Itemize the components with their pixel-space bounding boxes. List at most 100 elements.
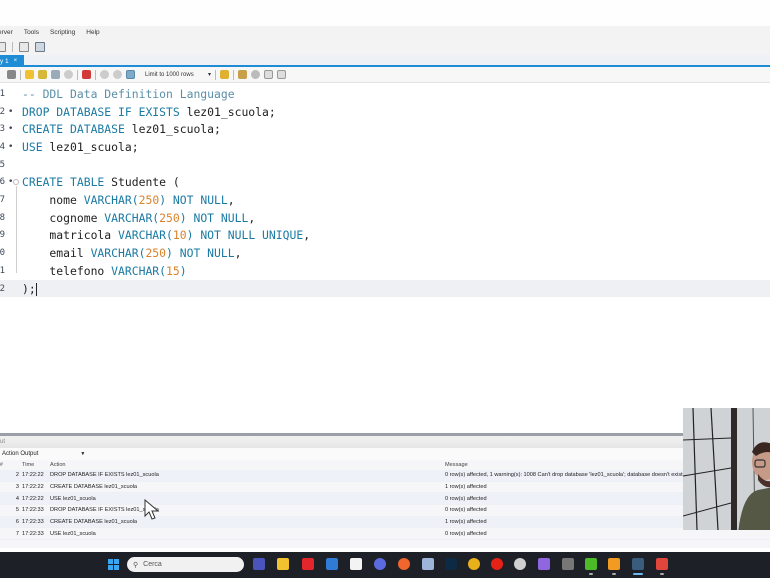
stop-icon[interactable]: [64, 70, 73, 79]
tray-app-icon[interactable]: [562, 558, 574, 570]
trello-icon[interactable]: [326, 558, 338, 570]
statement-marker-icon: •: [8, 141, 14, 152]
row-time: 17:22:22: [22, 495, 44, 502]
table-row[interactable]: 3 17:22:22 CREATE DATABASE lez01_scuola 1 r…: [0, 482, 770, 494]
orange-app-icon[interactable]: [608, 558, 620, 575]
table-row[interactable]: 7 17:22:33 USE lez01_scuola 0 row(s) affect…: [0, 528, 770, 541]
line-number: 1: [0, 88, 5, 99]
line-number: 7: [0, 195, 5, 206]
execute-current-icon[interactable]: [38, 70, 47, 79]
table-row[interactable]: 4 17:22:22 USE lez01_scuola 0 row(s) affect…: [0, 493, 770, 506]
virtualbox-icon[interactable]: [422, 558, 434, 570]
sql-editor[interactable]: 1 -- DDL Data Definition Language 2 • DROP D…: [0, 83, 770, 433]
sql-keyword: VARCHAR(: [83, 193, 139, 208]
row-action: USE lez01_scuola: [50, 495, 96, 502]
line-number: 8: [0, 212, 5, 223]
table-row[interactable]: 6 17:22:33 CREATE DATABASE lez01_scuola 1 r…: [0, 516, 770, 529]
tab-label: y 1: [0, 57, 9, 65]
editor-line[interactable]: 9 matricola VARCHAR(10) NOT NULL UNIQUE,: [0, 227, 770, 245]
row-time: 17:22:22: [22, 472, 44, 479]
red-diamond-app-icon[interactable]: [302, 558, 314, 570]
row-time: 17:22:33: [22, 530, 44, 537]
sql-identifier: lez01_scuola;: [179, 104, 276, 119]
taskbar-search[interactable]: ⚲ Cerca: [127, 557, 244, 572]
query-tab-bar: y 1 ×: [0, 55, 770, 67]
editor-line[interactable]: 7 nome VARCHAR(250) NOT NULL,: [0, 191, 770, 209]
execute-icon[interactable]: [25, 70, 34, 79]
photoshop-icon[interactable]: [445, 558, 457, 570]
sql-keyword: DROP DATABASE IF EXISTS: [22, 104, 180, 119]
add-snippet-icon[interactable]: [220, 70, 229, 79]
search-placeholder: Cerca: [143, 561, 162, 568]
sql-identifier: lez01_scuola;: [124, 122, 221, 137]
commit-icon[interactable]: [100, 70, 109, 79]
chevron-down-icon: ▾: [207, 72, 211, 78]
menu-tools[interactable]: Tools: [24, 29, 39, 36]
code-text: -- DDL Data Definition Language: [22, 87, 235, 101]
reconnect-icon[interactable]: [35, 41, 45, 52]
sql-keyword: ) NOT NULL: [159, 193, 228, 208]
obs-icon[interactable]: [514, 558, 526, 570]
menu-help[interactable]: Help: [86, 29, 99, 36]
toggle-continue-on-error-icon[interactable]: [82, 70, 91, 79]
sql-identifier: nome: [22, 193, 84, 208]
close-tab-icon[interactable]: ×: [14, 58, 18, 64]
inspect-icon[interactable]: [19, 41, 29, 52]
editor-line[interactable]: 3 • CREATE DATABASE lez01_scuola;: [0, 120, 770, 138]
chrome-icon[interactable]: [468, 558, 480, 570]
sql-identifier: );: [22, 281, 36, 296]
start-button[interactable]: [108, 559, 119, 570]
sql-keyword: VARCHAR(: [104, 210, 160, 225]
col-header-time[interactable]: Time: [22, 462, 50, 468]
editor-line[interactable]: 2);: [0, 279, 770, 298]
firefox-icon[interactable]: [398, 558, 410, 570]
invisible-chars-icon[interactable]: [264, 70, 273, 79]
chat-app-icon[interactable]: [374, 558, 386, 570]
gamepad-icon[interactable]: [538, 558, 550, 570]
fold-toggle-icon[interactable]: [13, 179, 19, 186]
sql-identifier: matricola: [22, 228, 119, 243]
explain-icon[interactable]: [51, 70, 60, 79]
toolbar-icon[interactable]: [0, 41, 6, 52]
typora-icon[interactable]: [350, 558, 362, 570]
editor-line[interactable]: 1 telefono VARCHAR(15): [0, 262, 770, 280]
table-row[interactable]: 5 17:22:33 DROP DATABASE IF EXISTS lez01_s…: [0, 505, 770, 517]
teams-icon[interactable]: [253, 558, 265, 570]
col-header-action[interactable]: Action: [50, 462, 445, 468]
toolbar-separator: [95, 69, 96, 80]
row-number: 4: [15, 495, 19, 502]
editor-line[interactable]: 0 email VARCHAR(250) NOT NULL,: [0, 244, 770, 262]
sql-identifier: Studente (: [104, 175, 180, 190]
save-icon[interactable]: [7, 70, 16, 79]
editor-line[interactable]: 2 • DROP DATABASE IF EXISTS lez01_scuola;: [0, 103, 770, 121]
editor-line[interactable]: 5: [0, 156, 770, 174]
menu-scripting[interactable]: Scripting: [50, 29, 75, 36]
file-explorer-icon[interactable]: [277, 558, 289, 570]
beautify-icon[interactable]: [238, 70, 247, 79]
output-type-select[interactable]: Action Output ▼: [0, 448, 770, 460]
camtasia-green-icon[interactable]: [585, 558, 597, 575]
editor-line[interactable]: 1 -- DDL Data Definition Language: [0, 85, 770, 103]
toolbar-separator: [77, 69, 78, 80]
camtasia-red-icon[interactable]: [656, 558, 668, 575]
editor-line[interactable]: 4 • USE lez01_scuola;: [0, 138, 770, 156]
code-text: cognome VARCHAR(250) NOT NULL,: [22, 211, 255, 225]
limit-rows-select[interactable]: Limit to 1000 rows ▾: [145, 71, 211, 79]
sql-identifier: ,: [227, 193, 235, 208]
tab-query-1[interactable]: y 1 ×: [0, 55, 24, 67]
line-number: 3: [0, 124, 5, 135]
youtube-music-icon[interactable]: [491, 558, 503, 570]
col-header-num[interactable]: #: [0, 462, 8, 468]
action-output-table: # Time Action Message 2 17:22:22 DROP DATA…: [0, 460, 770, 541]
mysql-workbench-icon[interactable]: [632, 558, 644, 575]
editor-line[interactable]: 8 cognome VARCHAR(250) NOT NULL,: [0, 209, 770, 227]
wrap-lines-icon[interactable]: [277, 70, 286, 79]
webcam-overlay: [683, 408, 770, 530]
menu-server[interactable]: erver: [0, 29, 13, 36]
autocommit-icon[interactable]: [126, 70, 135, 79]
find-icon[interactable]: [251, 70, 260, 79]
sql-identifier: ,: [234, 246, 242, 261]
table-row[interactable]: 2 17:22:22 DROP DATABASE IF EXISTS lez01_s…: [0, 470, 770, 482]
editor-line[interactable]: 6 • CREATE TABLE Studente (: [0, 174, 770, 192]
rollback-icon[interactable]: [113, 70, 122, 79]
